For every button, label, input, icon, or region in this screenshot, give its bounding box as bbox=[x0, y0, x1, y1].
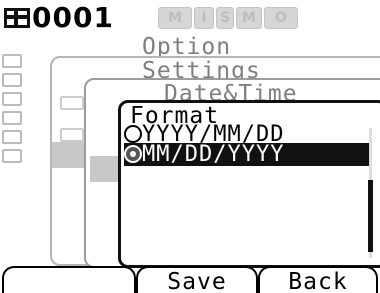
mode-icons: M I S M O bbox=[158, 6, 298, 30]
format-option-mm-dd-yyyy[interactable]: MM/DD/YYYY bbox=[124, 143, 370, 166]
settings-item-icon bbox=[60, 128, 84, 142]
save-button[interactable]: Save bbox=[136, 266, 258, 293]
format-option-label: MM/DD/YYYY bbox=[142, 142, 285, 167]
list-icon bbox=[2, 54, 22, 68]
calendar-icon bbox=[2, 149, 22, 163]
instrument-screen: 0001 M I S M O Option Settings Date&Time… bbox=[0, 0, 380, 293]
settings-icon bbox=[2, 130, 22, 144]
sort-icon bbox=[2, 92, 22, 106]
side-icon-strip bbox=[2, 54, 24, 168]
mode-icon-m1: M bbox=[158, 7, 192, 29]
radio-unselected-icon bbox=[124, 125, 142, 143]
softkey-1[interactable] bbox=[2, 266, 136, 293]
date-time-highlight-row bbox=[90, 156, 120, 182]
sample-number: 0001 bbox=[32, 1, 114, 34]
settings-item-icon bbox=[60, 96, 84, 110]
instrument-icon bbox=[2, 111, 22, 125]
sample-file-icon bbox=[4, 8, 30, 28]
scrollbar-thumb[interactable] bbox=[368, 180, 373, 252]
status-bar: 0001 M I S M O bbox=[0, 0, 380, 36]
mode-icon-s: S bbox=[216, 7, 234, 29]
radio-selected-icon bbox=[124, 145, 142, 163]
back-button[interactable]: Back bbox=[258, 266, 378, 293]
mode-icon-m2: M bbox=[236, 7, 262, 29]
mode-icon-o: O bbox=[264, 7, 298, 29]
mode-icon-i: I bbox=[194, 7, 214, 29]
table-icon bbox=[2, 73, 22, 87]
